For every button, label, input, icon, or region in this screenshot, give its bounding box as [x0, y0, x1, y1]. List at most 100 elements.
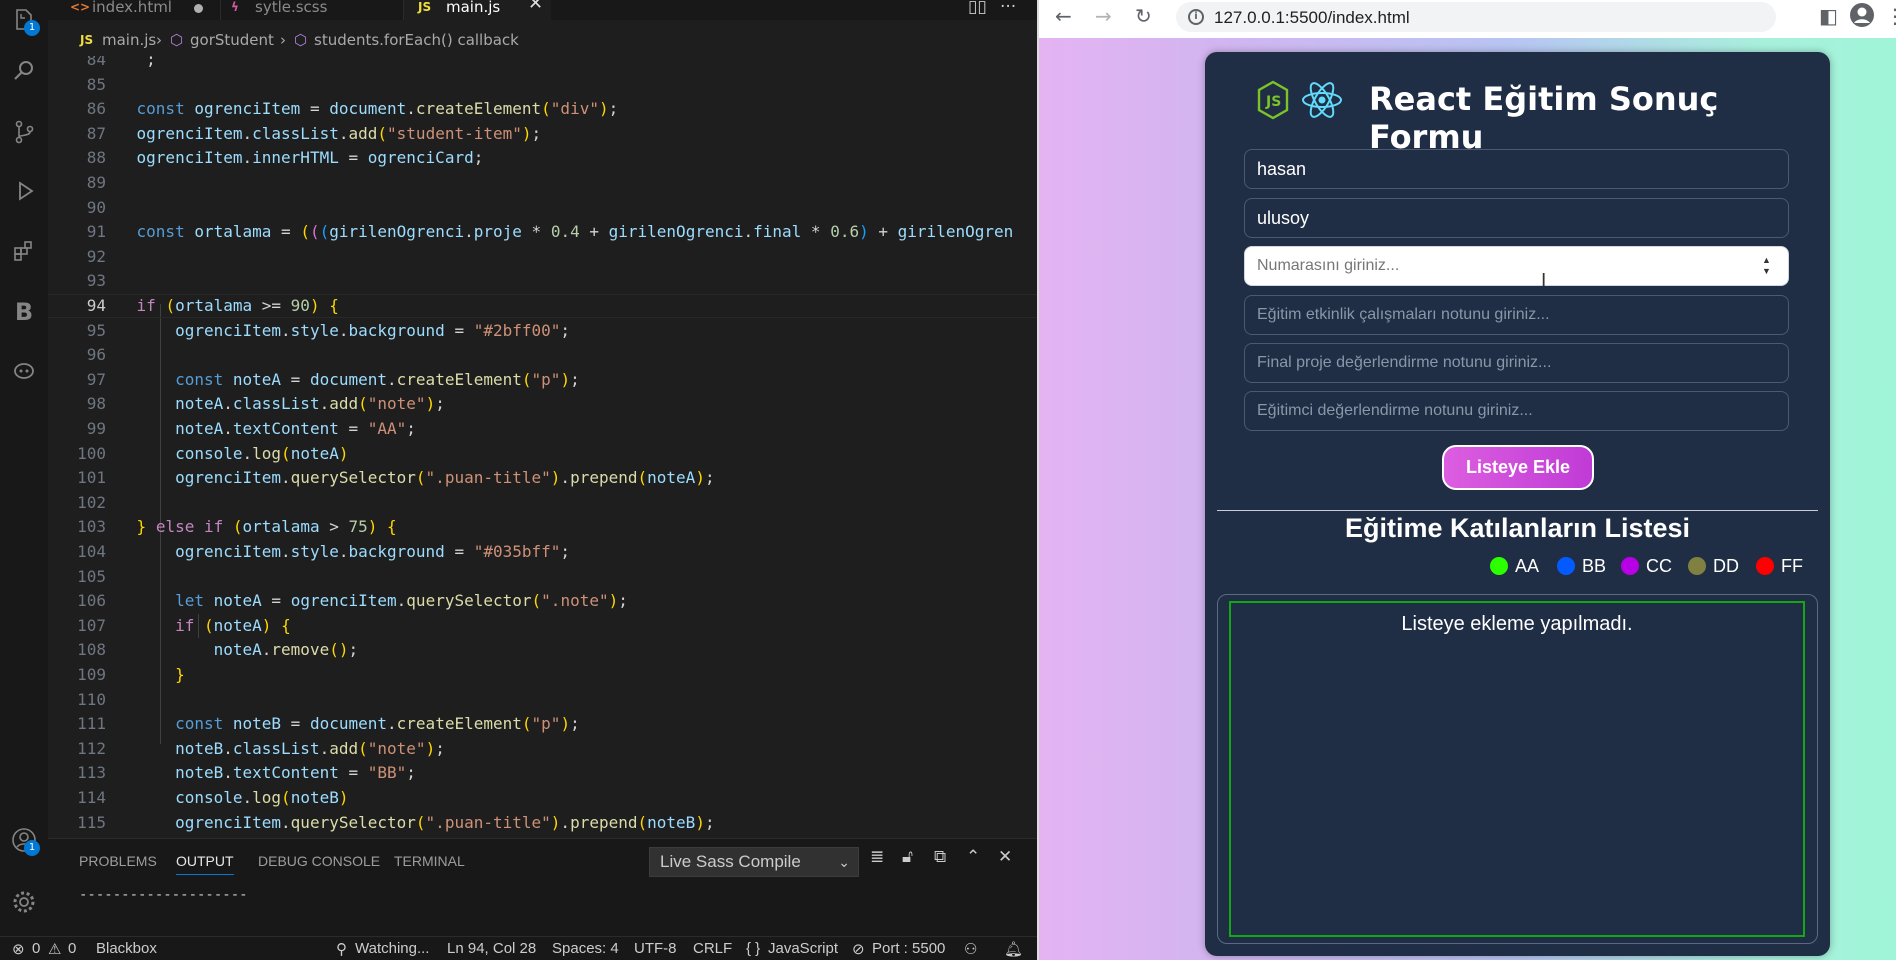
- page-viewport: JS React Eğitim Sonuç Formu hasan ulusoy…: [1039, 38, 1896, 960]
- explorer-icon[interactable]: 1: [4, 0, 44, 40]
- add-to-list-button[interactable]: Listeye Ekle: [1442, 445, 1594, 490]
- code-line[interactable]: 87 ogrenciItem.classList.add("student-it…: [48, 122, 1037, 146]
- indentation[interactable]: Spaces: 4: [552, 940, 619, 957]
- form-title: React Eğitim Sonuç Formu: [1369, 80, 1719, 156]
- first-name-input[interactable]: hasan: [1244, 149, 1789, 189]
- chevron-right-icon: ›: [280, 31, 286, 49]
- sidebar-icon[interactable]: ◧: [1819, 4, 1838, 28]
- code-line[interactable]: 84 `;: [48, 56, 1037, 72]
- code-line[interactable]: 99 noteA.textContent = "AA";: [48, 417, 1037, 441]
- clear-output-icon[interactable]: ≣: [870, 847, 884, 867]
- accounts-icon[interactable]: 1: [4, 820, 44, 860]
- code-line[interactable]: 100 console.log(noteA): [48, 442, 1037, 466]
- tab-index-html[interactable]: <> index.html: [70, 0, 220, 20]
- end-of-line[interactable]: CRLF: [693, 940, 732, 957]
- forward-icon[interactable]: →: [1095, 4, 1112, 28]
- encoding[interactable]: UTF-8: [634, 940, 677, 957]
- student-number-input[interactable]: Numarasını giriniz... ▲ ▼: [1244, 246, 1789, 286]
- final-project-grade-input[interactable]: Final proje değerlendirme notunu giriniz…: [1244, 343, 1789, 383]
- tab-debug-console[interactable]: DEBUG CONSOLE: [258, 853, 380, 869]
- error-count[interactable]: 0: [32, 940, 40, 957]
- close-panel-icon[interactable]: ✕: [998, 847, 1012, 867]
- warning-count[interactable]: 0: [68, 940, 76, 957]
- blackbox-icon[interactable]: B: [4, 292, 44, 332]
- sass-watching-status[interactable]: Watching...: [355, 940, 429, 957]
- eye-icon[interactable]: ⚲: [336, 940, 347, 958]
- close-tab-icon[interactable]: ✕: [528, 0, 543, 13]
- copilot-icon[interactable]: [4, 352, 44, 392]
- code-line[interactable]: 95 ogrenciItem.style.background = "#2bff…: [48, 319, 1037, 343]
- warning-icon[interactable]: ⚠: [48, 940, 61, 958]
- search-icon[interactable]: [4, 52, 44, 92]
- code-line[interactable]: 113 noteB.textContent = "BB";: [48, 761, 1037, 785]
- code-line[interactable]: 103 } else if (ortalama > 75) {: [48, 515, 1037, 539]
- code-line[interactable]: 92: [48, 245, 1037, 269]
- maximize-panel-icon[interactable]: ⌃: [966, 847, 980, 867]
- code-line[interactable]: 105: [48, 565, 1037, 589]
- code-line[interactable]: 101 ogrenciItem.querySelector(".puan-tit…: [48, 466, 1037, 490]
- breadcrumb-file[interactable]: main.js: [102, 28, 156, 52]
- code-text: let noteA = ogrenciItem.querySelector(".…: [175, 591, 628, 611]
- code-line[interactable]: 91 const ortalama = (((girilenOgrenci.pr…: [48, 220, 1037, 244]
- code-line[interactable]: 106 let noteA = ogrenciItem.querySelecto…: [48, 589, 1037, 613]
- tab-problems[interactable]: PROBLEMS: [79, 853, 157, 869]
- browser-menu-icon[interactable]: ⋮: [1885, 4, 1896, 28]
- code-line[interactable]: 104 ogrenciItem.style.background = "#035…: [48, 540, 1037, 564]
- run-debug-icon[interactable]: [4, 172, 44, 212]
- back-icon[interactable]: ←: [1055, 4, 1072, 28]
- code-line[interactable]: 88 ogrenciItem.innerHTML = ogrenciCard;: [48, 146, 1037, 170]
- tab-main-js[interactable]: JS main.js ✕: [403, 0, 551, 20]
- code-line[interactable]: 94 if (ortalama >= 90) {: [48, 294, 1037, 318]
- code-line[interactable]: 93: [48, 269, 1037, 293]
- blackbox-status[interactable]: Blackbox: [96, 940, 157, 957]
- code-line[interactable]: 114 console.log(noteB): [48, 786, 1037, 810]
- code-line[interactable]: 90: [48, 196, 1037, 220]
- error-icon[interactable]: ⊗: [12, 940, 25, 958]
- site-info-icon[interactable]: i: [1188, 9, 1204, 25]
- code-line[interactable]: 112 noteB.classList.add("note");: [48, 737, 1037, 761]
- breadcrumb-symbol[interactable]: gorStudent: [190, 28, 274, 52]
- lock-icon[interactable]: 🔓︎: [902, 847, 913, 867]
- code-line[interactable]: 96: [48, 343, 1037, 367]
- number-spinner-icon[interactable]: ▲ ▼: [1762, 255, 1772, 277]
- line-number: 110: [77, 689, 106, 709]
- code-line[interactable]: 110: [48, 688, 1037, 712]
- code-line[interactable]: 97 const noteA = document.createElement(…: [48, 368, 1037, 392]
- breadcrumb-symbol[interactable]: students.forEach() callback: [314, 28, 519, 52]
- tab-output[interactable]: OUTPUT: [176, 853, 234, 875]
- code-editor[interactable]: 84 `; 85 86 const ogrenciItem = document.c…: [48, 56, 1037, 838]
- profile-avatar-icon[interactable]: [1849, 2, 1875, 33]
- address-bar[interactable]: i 127.0.0.1:5500/index.html: [1176, 2, 1776, 32]
- extensions-icon[interactable]: [4, 232, 44, 272]
- more-actions-icon[interactable]: ···: [1000, 0, 1016, 17]
- split-editor-icon[interactable]: ▯▯: [968, 0, 987, 17]
- code-line[interactable]: 85: [48, 73, 1037, 97]
- open-in-editor-icon[interactable]: ⧉: [934, 847, 946, 867]
- activity-grade-input[interactable]: Eğitim etkinlik çalışmaları notunu girin…: [1244, 295, 1789, 335]
- code-line[interactable]: 107 if (noteA) {: [48, 614, 1037, 638]
- code-line[interactable]: 108 noteA.remove();: [48, 638, 1037, 662]
- language-mode[interactable]: JavaScript: [768, 940, 838, 957]
- source-control-icon[interactable]: [4, 112, 44, 152]
- cursor-position[interactable]: Ln 94, Col 28: [447, 940, 536, 957]
- code-line[interactable]: 115 ogrenciItem.querySelector(".puan-tit…: [48, 811, 1037, 835]
- live-server-port[interactable]: Port : 5500: [872, 940, 945, 957]
- reload-icon[interactable]: ↻: [1135, 4, 1152, 28]
- code-line[interactable]: 102: [48, 491, 1037, 515]
- code-line[interactable]: 86 const ogrenciItem = document.createEl…: [48, 97, 1037, 121]
- tab-sytle-scss[interactable]: ϟ sytle.scss: [220, 0, 403, 20]
- code-line[interactable]: 109 }: [48, 663, 1037, 687]
- tab-terminal[interactable]: TERMINAL: [394, 853, 465, 869]
- settings-gear-icon[interactable]: [4, 882, 44, 922]
- trainer-grade-input[interactable]: Eğitimci değerlendirme notunu giriniz...: [1244, 391, 1789, 431]
- last-name-input[interactable]: ulusoy: [1244, 198, 1789, 238]
- code-line[interactable]: 111 const noteB = document.createElement…: [48, 712, 1037, 736]
- accounts-status-icon[interactable]: ⚇: [964, 940, 977, 958]
- line-number: 96: [86, 345, 106, 365]
- broadcast-icon[interactable]: ⊘: [852, 940, 865, 958]
- legend-label: CC: [1646, 556, 1672, 576]
- code-line[interactable]: 98 noteA.classList.add("note");: [48, 392, 1037, 416]
- output-channel-select[interactable]: Live Sass Compile ⌄: [649, 847, 859, 877]
- notifications-bell-icon[interactable]: 🔔︎: [1004, 940, 1023, 958]
- code-line[interactable]: 89: [48, 171, 1037, 195]
